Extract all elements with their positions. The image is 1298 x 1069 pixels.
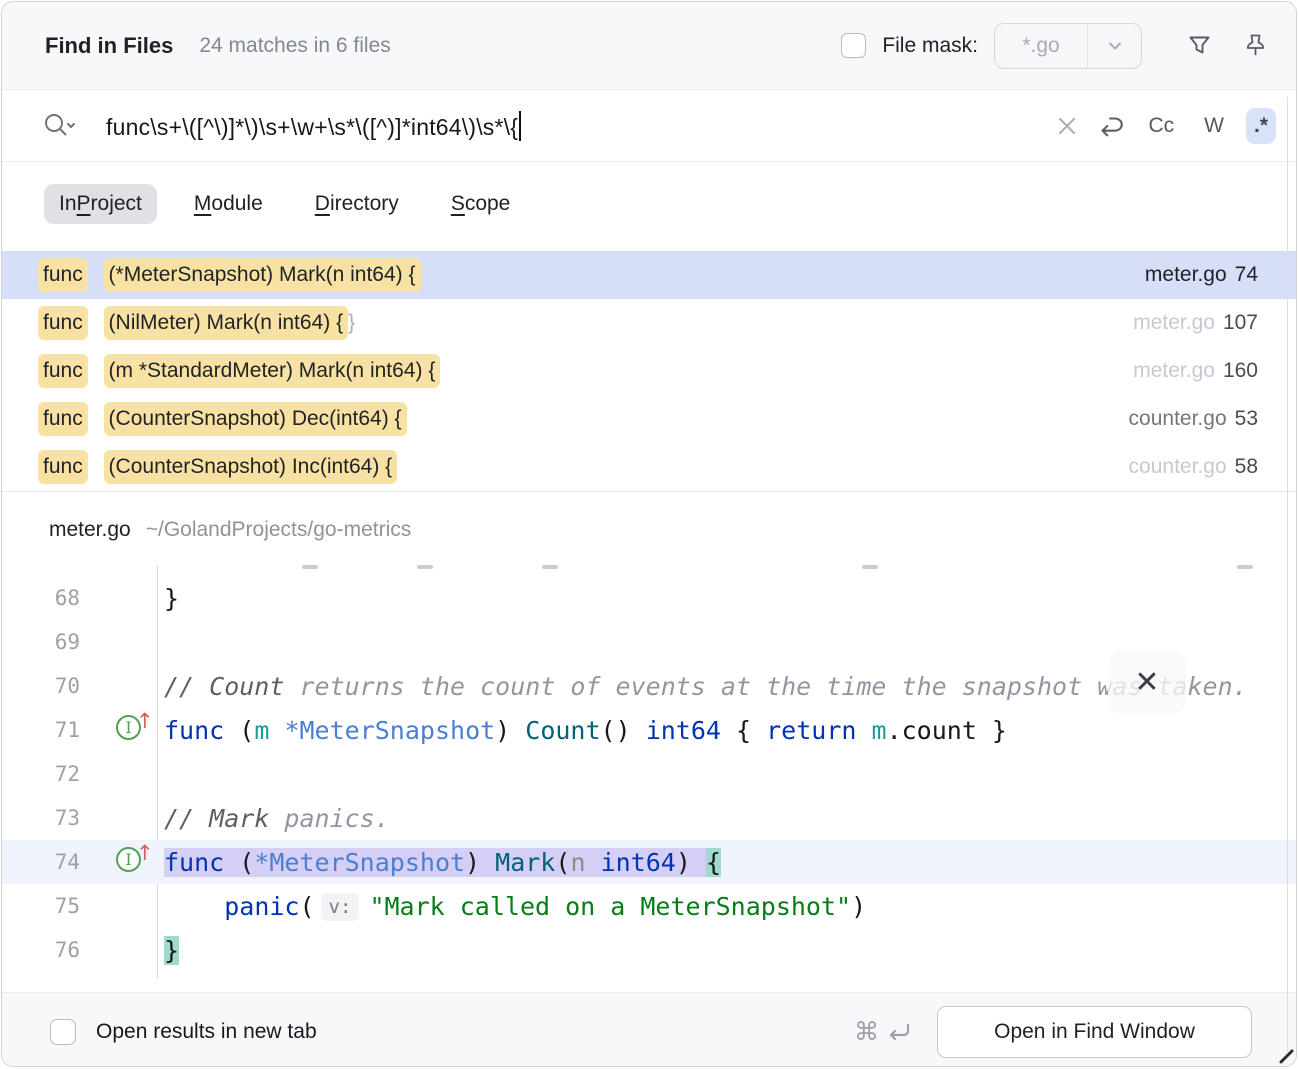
open-results-new-tab-checkbox[interactable] bbox=[50, 1019, 76, 1045]
close-preview-icon[interactable]: ✕ bbox=[1108, 650, 1186, 714]
match-summary: 24 matches in 6 files bbox=[199, 34, 390, 58]
implements-gutter-icon[interactable]: I↑ bbox=[116, 847, 154, 872]
result-match-text: func (CounterSnapshot) Dec(int64) { bbox=[38, 402, 407, 436]
search-row: func\s+\([^\)]*\)\s+\w+\s*\([^)]*int64\)… bbox=[2, 90, 1296, 162]
clipped-line bbox=[1237, 565, 1253, 569]
line-number: 73 bbox=[2, 806, 80, 830]
result-file-label: counter.go58 bbox=[1129, 455, 1258, 479]
result-match-text: func (CounterSnapshot) Inc(int64) { bbox=[38, 450, 397, 484]
file-mask-checkbox[interactable] bbox=[841, 33, 866, 58]
clipped-line bbox=[302, 565, 318, 569]
command-key-icon: ⌘ bbox=[854, 1017, 879, 1046]
find-in-files-dialog: Find in Files 24 matches in 6 files File… bbox=[1, 1, 1297, 1067]
line-number: 72 bbox=[2, 762, 80, 786]
clipped-line bbox=[862, 565, 878, 569]
line-number: 68 bbox=[2, 586, 80, 610]
line-number: 75 bbox=[2, 894, 80, 918]
scope-tab-module[interactable]: Module bbox=[179, 184, 278, 224]
line-number: 71 bbox=[2, 718, 80, 742]
code-line: 76} bbox=[2, 928, 1296, 972]
preview-file-name: meter.go bbox=[49, 518, 131, 542]
new-line-icon[interactable] bbox=[1096, 111, 1126, 141]
regex-toggle[interactable]: .* bbox=[1246, 108, 1276, 144]
return-key-icon bbox=[885, 1019, 913, 1045]
result-row[interactable]: func (CounterSnapshot) Inc(int64) { count… bbox=[2, 443, 1296, 491]
preview-header: meter.go ~/GolandProjects/go-metrics bbox=[2, 492, 1296, 562]
result-match-text: func (m *StandardMeter) Mark(n int64) { bbox=[38, 354, 440, 388]
code-lines: 68} 69 70// Count returns the count of eve… bbox=[2, 576, 1296, 972]
code-preview[interactable]: 68} 69 70// Count returns the count of eve… bbox=[2, 562, 1296, 992]
dialog-header: Find in Files 24 matches in 6 files File… bbox=[2, 2, 1296, 90]
preview-file-path: ~/GolandProjects/go-metrics bbox=[146, 518, 412, 542]
results-list: func (*MeterSnapshot) Mark(n int64) { met… bbox=[2, 251, 1296, 491]
result-row[interactable]: func (CounterSnapshot) Dec(int64) { count… bbox=[2, 395, 1296, 443]
line-number: 69 bbox=[2, 630, 80, 654]
line-number: 70 bbox=[2, 674, 80, 698]
code-line: 69 bbox=[2, 620, 1296, 664]
filter-icon[interactable] bbox=[1184, 31, 1214, 61]
scope-tab-in-project[interactable]: In Project bbox=[44, 184, 157, 224]
inlay-hint: v: bbox=[321, 893, 360, 921]
result-row[interactable]: func (NilMeter) Mark(n int64) {} meter.go… bbox=[2, 299, 1296, 347]
resize-grip[interactable] bbox=[1276, 1046, 1294, 1064]
scrollbar-track[interactable] bbox=[1287, 97, 1288, 1052]
words-toggle[interactable]: W bbox=[1196, 108, 1232, 144]
search-input[interactable]: func\s+\([^\)]*\)\s+\w+\s*\([^)]*int64\)… bbox=[106, 111, 521, 141]
result-file-label: meter.go107 bbox=[1133, 311, 1258, 335]
result-file-label: meter.go74 bbox=[1145, 263, 1258, 287]
code-line: 71I↑func (m *MeterSnapshot) Count() int6… bbox=[2, 708, 1296, 752]
result-match-text: func (NilMeter) Mark(n int64) {} bbox=[38, 306, 360, 340]
clear-search-icon[interactable] bbox=[1052, 111, 1082, 141]
code-line: 72 bbox=[2, 752, 1296, 796]
result-match-text: func (*MeterSnapshot) Mark(n int64) { bbox=[38, 258, 421, 292]
code-line: 74I↑func (*MeterSnapshot) Mark(n int64) … bbox=[2, 840, 1296, 884]
search-icon[interactable] bbox=[42, 111, 78, 141]
scope-tab-scope[interactable]: Scope bbox=[436, 184, 526, 224]
result-file-label: meter.go160 bbox=[1133, 359, 1258, 383]
result-file-label: counter.go53 bbox=[1129, 407, 1258, 431]
code-line: 73// Mark panics. bbox=[2, 796, 1296, 840]
open-in-find-window-button[interactable]: Open in Find Window bbox=[937, 1006, 1252, 1058]
dialog-title: Find in Files bbox=[45, 33, 173, 59]
code-line: 68} bbox=[2, 576, 1296, 620]
pin-icon[interactable] bbox=[1240, 31, 1270, 61]
clipped-line bbox=[542, 565, 558, 569]
text-caret bbox=[519, 111, 521, 141]
scope-tab-directory[interactable]: Directory bbox=[300, 184, 414, 224]
dialog-footer: Open results in new tab ⌘ Open in Find W… bbox=[2, 992, 1296, 1067]
file-mask-value: *.go bbox=[995, 24, 1087, 68]
chevron-down-icon[interactable] bbox=[1087, 24, 1141, 68]
code-line: 70// Count returns the count of events a… bbox=[2, 664, 1296, 708]
match-case-toggle[interactable]: Cc bbox=[1140, 108, 1182, 144]
scope-tabs: In Project Module Directory Scope bbox=[2, 162, 1296, 251]
result-row[interactable]: func (*MeterSnapshot) Mark(n int64) { met… bbox=[2, 251, 1296, 299]
result-row[interactable]: func (m *StandardMeter) Mark(n int64) { m… bbox=[2, 347, 1296, 395]
line-number: 76 bbox=[2, 938, 80, 962]
clipped-line bbox=[417, 565, 433, 569]
code-line: 75 panic(v:"Mark called on a MeterSnapsh… bbox=[2, 884, 1296, 928]
file-mask-label: File mask: bbox=[882, 34, 978, 58]
file-mask-combobox[interactable]: *.go bbox=[994, 23, 1142, 69]
open-results-new-tab-label: Open results in new tab bbox=[96, 1020, 317, 1044]
line-number: 74 bbox=[2, 850, 80, 874]
shortcut-hint: ⌘ bbox=[854, 1017, 913, 1046]
implements-gutter-icon[interactable]: I↑ bbox=[116, 715, 154, 740]
